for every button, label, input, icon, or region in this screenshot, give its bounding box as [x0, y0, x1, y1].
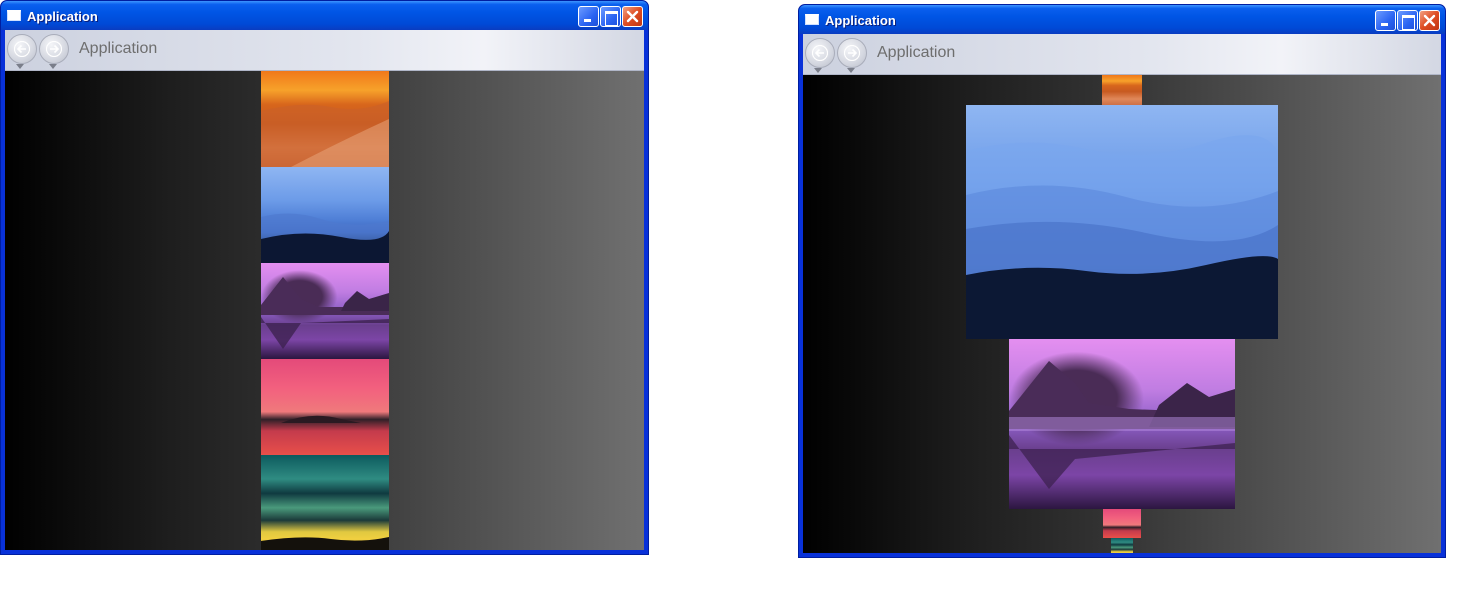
- close-button[interactable]: [622, 6, 643, 27]
- photo-misty-lake[interactable]: [1009, 339, 1235, 509]
- minimize-button[interactable]: [578, 6, 599, 27]
- forward-arrow-icon: [844, 45, 860, 61]
- forward-history-dropdown[interactable]: [49, 64, 57, 69]
- photo-mountain-ridges[interactable]: [261, 167, 389, 263]
- window-title: Application: [27, 9, 98, 24]
- navigation-bar: Application: [803, 34, 1441, 75]
- back-arrow-icon: [14, 41, 30, 57]
- photo-desert[interactable]: [1102, 75, 1142, 105]
- page-title: Application: [79, 40, 158, 57]
- forward-button[interactable]: [837, 38, 867, 68]
- close-icon: [1423, 14, 1436, 27]
- window-icon: [805, 14, 819, 25]
- photo-zoom-canvas: [803, 75, 1441, 553]
- minimize-button[interactable]: [1375, 10, 1396, 31]
- forward-button[interactable]: [39, 34, 69, 64]
- photo-mountain-ridges[interactable]: [966, 105, 1278, 339]
- maximize-button[interactable]: [600, 6, 621, 27]
- photo-misty-lake[interactable]: [261, 263, 389, 359]
- photo-aurora[interactable]: [1111, 538, 1133, 553]
- window-client-area: Application: [5, 30, 644, 550]
- maximize-button[interactable]: [1397, 10, 1418, 31]
- forward-arrow-icon: [46, 41, 62, 57]
- forward-history-dropdown[interactable]: [847, 68, 855, 73]
- photo-sunset-island[interactable]: [261, 359, 389, 455]
- application-window-right: Application Application: [798, 4, 1446, 558]
- application-window-left: Application Application: [0, 0, 649, 555]
- back-button[interactable]: [7, 34, 37, 64]
- photo-sunset-island[interactable]: [1103, 509, 1141, 538]
- window-client-area: Application: [803, 34, 1441, 553]
- close-icon: [626, 10, 639, 23]
- back-arrow-icon: [812, 45, 828, 61]
- navigation-bar: Application: [5, 30, 644, 71]
- title-bar[interactable]: Application: [799, 5, 1445, 34]
- close-button[interactable]: [1419, 10, 1440, 31]
- back-history-dropdown[interactable]: [814, 68, 822, 73]
- window-title: Application: [825, 13, 896, 28]
- photo-strip-canvas: [5, 71, 644, 550]
- page-title: Application: [877, 44, 956, 61]
- photo-desert[interactable]: [261, 71, 389, 167]
- back-button[interactable]: [805, 38, 835, 68]
- window-icon: [7, 10, 21, 21]
- photo-aurora[interactable]: [261, 455, 389, 550]
- back-history-dropdown[interactable]: [16, 64, 24, 69]
- title-bar[interactable]: Application: [1, 1, 648, 30]
